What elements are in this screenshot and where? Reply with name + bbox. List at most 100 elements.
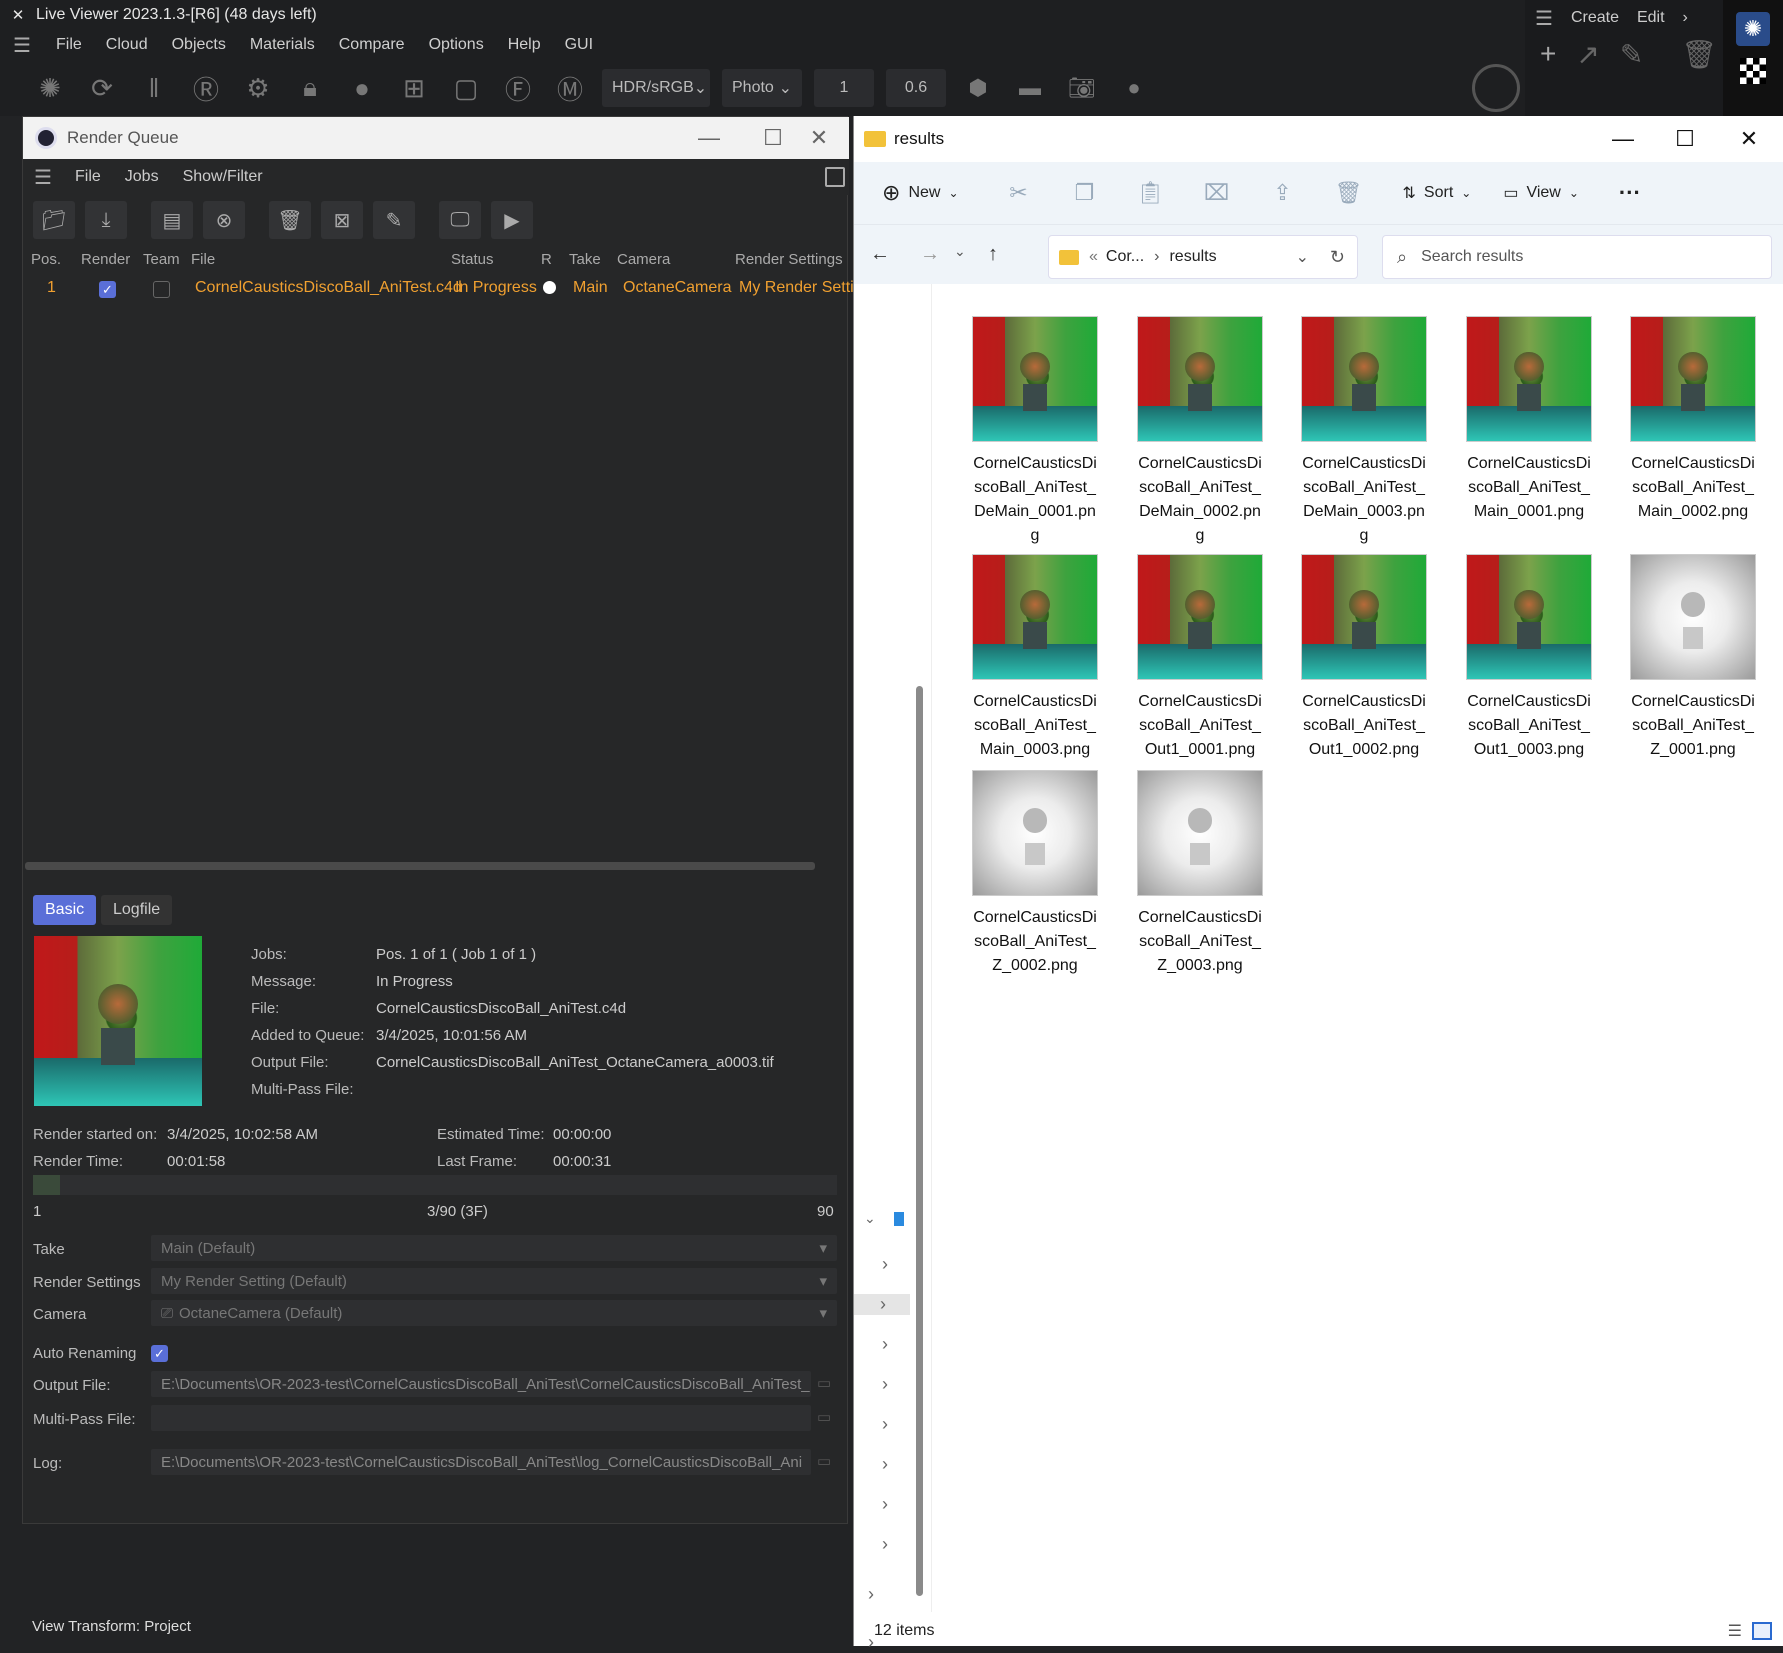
- file-item[interactable]: CornelCausticsDi scoBall_AniTest_ Out1_000…: [1125, 554, 1275, 762]
- nav-expand-icon[interactable]: ⌄: [864, 1210, 876, 1227]
- breadcrumb-parent[interactable]: Cor...: [1106, 248, 1144, 266]
- arrow-icon[interactable]: ↗: [1576, 38, 1599, 71]
- tone-select[interactable]: Photo ⌄: [722, 69, 802, 107]
- delete-icon[interactable]: 🗑︎: [1327, 180, 1371, 206]
- browse-folder-icon[interactable]: ▭: [817, 1452, 831, 1470]
- nav-chevron-icon[interactable]: ›: [882, 1374, 888, 1395]
- close-icon[interactable]: ✕: [1716, 116, 1782, 162]
- col-r[interactable]: R: [541, 251, 552, 268]
- chevron-down-icon[interactable]: ⌄: [1296, 247, 1309, 267]
- breadcrumb[interactable]: « Cor... › results ⌄ ↻: [1048, 235, 1358, 279]
- file-item[interactable]: CornelCausticsDi scoBall_AniTest_ Z_0003.p…: [1125, 770, 1275, 978]
- menu-edit[interactable]: Edit: [1637, 9, 1665, 27]
- film-icon[interactable]: ▬: [1010, 68, 1050, 108]
- team-checkbox[interactable]: [153, 281, 170, 298]
- col-render[interactable]: Render: [81, 251, 130, 268]
- take-dropdown[interactable]: Main (Default) ▾: [151, 1235, 837, 1261]
- back-icon[interactable]: ←: [870, 243, 890, 266]
- open-folder-icon[interactable]: 📁︎: [33, 201, 75, 239]
- up-icon[interactable]: ↑: [988, 243, 998, 266]
- render-settings-dropdown[interactable]: My Render Setting (Default) ▾: [151, 1268, 837, 1294]
- more-options-button[interactable]: ···: [1619, 180, 1641, 206]
- search-input[interactable]: ⌕ Search results: [1382, 235, 1772, 279]
- file-item[interactable]: CornelCausticsDi scoBall_AniTest_ Main_000…: [960, 554, 1110, 762]
- scrollbar-thumb[interactable]: [916, 686, 923, 1596]
- nav-chevron-icon[interactable]: ›: [854, 1294, 910, 1315]
- pen-icon[interactable]: ✎: [1620, 38, 1643, 71]
- rq-menu-jobs[interactable]: Jobs: [113, 168, 171, 186]
- breadcrumb-overflow-icon[interactable]: «: [1089, 248, 1098, 266]
- copy-icon[interactable]: ❐: [1063, 180, 1107, 206]
- nav-chevron-icon[interactable]: ›: [882, 1254, 888, 1275]
- maximize-icon[interactable]: ☐: [1652, 116, 1718, 162]
- value2-input[interactable]: 0.6: [886, 69, 946, 107]
- view-button[interactable]: ▭ View ⌄: [1503, 183, 1579, 203]
- file-item[interactable]: CornelCausticsDi scoBall_AniTest_ Z_0002.p…: [960, 770, 1110, 978]
- tab-basic[interactable]: Basic: [33, 895, 97, 925]
- settings-gear-icon[interactable]: ⚙: [238, 68, 278, 108]
- edit-icon[interactable]: ✎: [373, 201, 415, 239]
- file-item[interactable]: CornelCausticsDi scoBall_AniTest_ DeMain_0…: [1125, 316, 1275, 548]
- picture-viewer-icon[interactable]: ▶: [491, 201, 533, 239]
- output-file-input[interactable]: E:\Documents\OR-2023-test\CornelCaustics…: [151, 1371, 811, 1397]
- render-film-icon[interactable]: ▤: [151, 201, 193, 239]
- file-item[interactable]: CornelCausticsDi scoBall_AniTest_ DeMain_0…: [960, 316, 1110, 548]
- hamburger-menu-icon[interactable]: ☰: [0, 33, 44, 58]
- material-picker-icon[interactable]: Ⓜ: [550, 68, 590, 108]
- chevron-right-icon[interactable]: ›: [1683, 9, 1688, 27]
- nav-chevron-icon[interactable]: ›: [882, 1534, 888, 1555]
- col-pos[interactable]: Pos.: [31, 251, 61, 268]
- camera-dropdown[interactable]: ⎚ OctaneCamera (Default) ▾: [151, 1300, 837, 1326]
- file-item[interactable]: CornelCausticsDi scoBall_AniTest_ Z_0001.p…: [1618, 554, 1768, 762]
- paste-icon[interactable]: 📋︎: [1129, 180, 1173, 206]
- nav-chevron-icon[interactable]: ›: [882, 1454, 888, 1475]
- menu-file[interactable]: File: [44, 36, 94, 54]
- nav-chevron-icon[interactable]: ›: [882, 1494, 888, 1515]
- nav-chevron-icon[interactable]: ›: [882, 1414, 888, 1435]
- breadcrumb-current[interactable]: results: [1169, 248, 1216, 266]
- file-item[interactable]: CornelCausticsDi scoBall_AniTest_ Out1_000…: [1454, 554, 1604, 762]
- remove-job-icon[interactable]: ⊠: [321, 201, 363, 239]
- stop-icon[interactable]: ⊗: [203, 201, 245, 239]
- plus-icon[interactable]: +: [1540, 38, 1556, 71]
- minimize-icon[interactable]: —: [1590, 116, 1656, 162]
- forward-icon[interactable]: →: [920, 243, 940, 266]
- send-scene-icon[interactable]: ✺: [30, 68, 70, 108]
- file-item[interactable]: CornelCausticsDi scoBall_AniTest_ Main_000…: [1618, 316, 1768, 524]
- col-render-settings[interactable]: Render Settings: [735, 251, 843, 268]
- close-icon[interactable]: ✕: [789, 117, 849, 159]
- menu-create[interactable]: Create: [1571, 9, 1619, 27]
- nav-chevron-icon[interactable]: ›: [882, 1334, 888, 1355]
- focus-picker-icon[interactable]: Ⓕ: [498, 68, 538, 108]
- multipass-file-input[interactable]: [151, 1405, 811, 1431]
- minimize-icon[interactable]: —: [679, 117, 739, 159]
- details-view-icon[interactable]: ☰: [1728, 1621, 1742, 1641]
- file-item[interactable]: CornelCausticsDi scoBall_AniTest_ Out1_000…: [1289, 554, 1439, 762]
- region-render-icon[interactable]: Ⓡ: [186, 68, 226, 108]
- nav-chevron-icon[interactable]: ›: [868, 1584, 874, 1605]
- browse-folder-icon[interactable]: ▭: [817, 1374, 831, 1392]
- tab-logfile[interactable]: Logfile: [101, 895, 173, 925]
- rename-icon[interactable]: ⌧: [1195, 180, 1239, 206]
- rq-menu-showfilter[interactable]: Show/Filter: [171, 168, 275, 186]
- record-icon[interactable]: [1472, 64, 1520, 112]
- file-item[interactable]: CornelCausticsDi scoBall_AniTest_ Main_000…: [1454, 316, 1604, 524]
- col-status[interactable]: Status: [451, 251, 494, 268]
- import-icon[interactable]: ⤓: [85, 201, 127, 239]
- hamburger-menu-icon[interactable]: ☰: [23, 165, 63, 190]
- menu-gui[interactable]: GUI: [553, 36, 605, 54]
- circle-icon[interactable]: ●: [1114, 68, 1154, 108]
- menu-cloud[interactable]: Cloud: [94, 36, 160, 54]
- col-file[interactable]: File: [191, 251, 215, 268]
- menu-options[interactable]: Options: [417, 36, 496, 54]
- col-camera[interactable]: Camera: [617, 251, 670, 268]
- trash-icon[interactable]: 🗑︎: [1681, 38, 1717, 71]
- auto-renaming-checkbox[interactable]: ✓: [151, 1345, 168, 1362]
- octane-logo-icon[interactable]: ✺: [1736, 12, 1770, 46]
- sort-button[interactable]: ⇅ Sort ⌄: [1403, 183, 1472, 203]
- cut-icon[interactable]: ✂: [997, 180, 1041, 206]
- lock-icon[interactable]: 🔒︎: [290, 68, 330, 108]
- add-region-icon[interactable]: ⊞: [394, 68, 434, 108]
- hamburger-menu-icon[interactable]: ☰: [1535, 6, 1553, 31]
- pause-icon[interactable]: ‖: [134, 68, 174, 108]
